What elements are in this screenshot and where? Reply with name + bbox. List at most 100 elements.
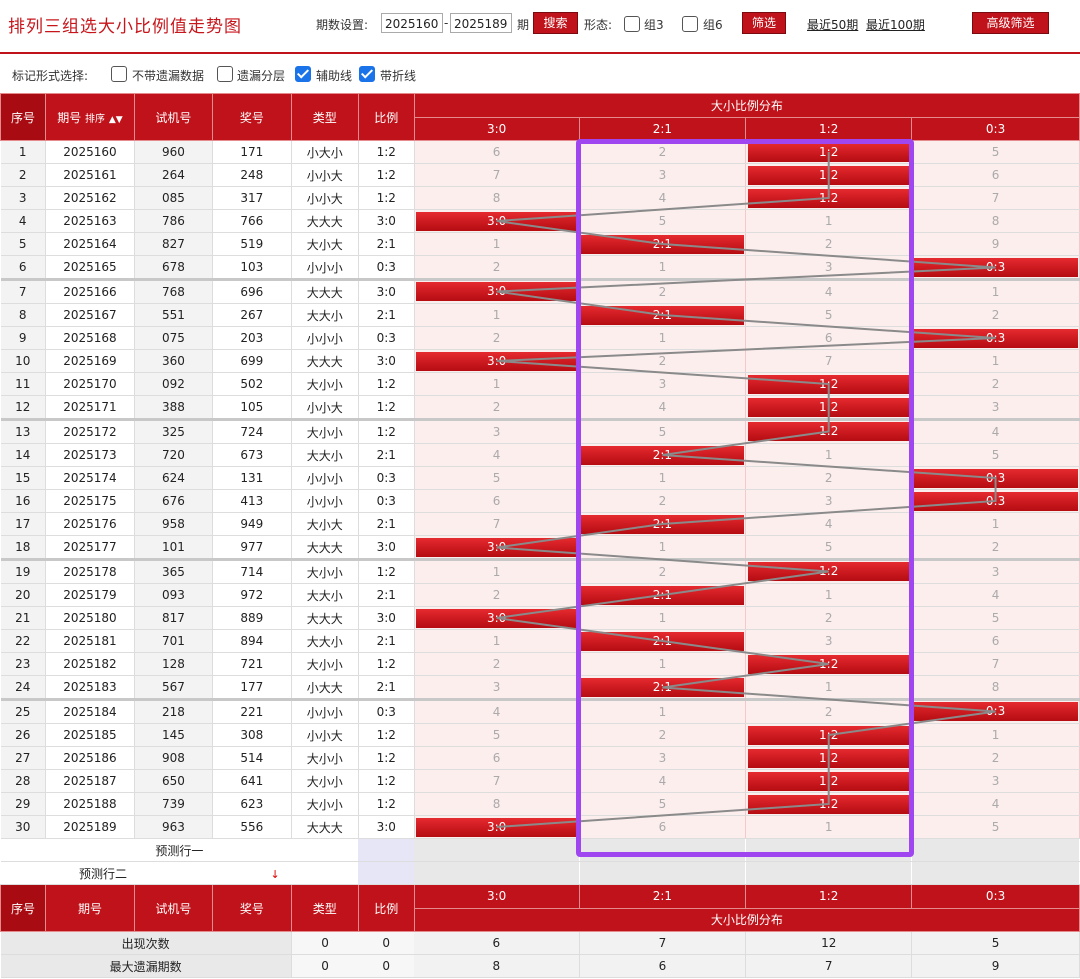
- row-trial: 817: [134, 606, 213, 630]
- row-type: 大大大: [291, 209, 359, 233]
- predict-cell[interactable]: [414, 838, 580, 862]
- row-prize: 641: [212, 769, 292, 793]
- row-type: 大大小: [291, 629, 359, 653]
- recent100-link[interactable]: 最近100期: [866, 16, 925, 33]
- option-no-miss-checkbox[interactable]: [111, 66, 127, 82]
- row-ratio: 3:0: [358, 209, 415, 233]
- row-period: 2025170: [45, 372, 135, 396]
- group6-checkbox[interactable]: [682, 16, 698, 32]
- predict-cell[interactable]: [579, 861, 747, 885]
- footer-col-seq: 序号: [0, 884, 46, 932]
- option-guide-checkbox[interactable]: [295, 66, 311, 82]
- hit-marker: 1:2: [747, 794, 910, 814]
- group3-checkbox[interactable]: [624, 16, 640, 32]
- table-row: 19 2025178 365 714 大小小 1:2 1 2 3: [0, 559, 1080, 584]
- dist-cell: 2: [414, 583, 580, 607]
- row-trial: 739: [134, 792, 213, 816]
- dist-cell: 2: [579, 559, 747, 584]
- period-from-input[interactable]: 2025160: [381, 13, 443, 33]
- predict-cell[interactable]: [911, 861, 1080, 885]
- search-button[interactable]: 搜索: [533, 12, 578, 34]
- period-label: 期数设置:: [316, 18, 369, 32]
- row-ratio: 2:1: [358, 675, 415, 701]
- row-prize: 413: [212, 489, 292, 513]
- stats-value: 5: [911, 931, 1080, 955]
- row-type: 小小大: [291, 186, 359, 210]
- hit-marker: 0:3: [913, 257, 1078, 277]
- dist-cell: 2: [414, 326, 580, 350]
- row-period: 2025189: [45, 815, 135, 839]
- row-period: 2025161: [45, 163, 135, 187]
- hit-marker: 0:3: [913, 491, 1078, 511]
- top-toolbar: 排列三组选大小比例值走势图 期数设置: 2025160 - 2025189 期 …: [0, 0, 1080, 48]
- dist-cell: 2: [579, 349, 747, 373]
- table-row: 23 2025182 128 721 大小小 1:2 2 1 7: [0, 652, 1080, 676]
- hit-marker: 3:0: [416, 817, 578, 837]
- predict-row[interactable]: 预测行一: [0, 838, 1080, 862]
- predict-label[interactable]: 预测行一: [0, 838, 359, 862]
- row-seq: 2: [0, 163, 46, 187]
- dist-cell: 4: [745, 512, 913, 536]
- option-layered-checkbox[interactable]: [217, 66, 233, 82]
- table-row: 29 2025188 739 623 大小小 1:2 8 5 4: [0, 792, 1080, 816]
- predict-cell[interactable]: [745, 861, 913, 885]
- footer-col-period: 期号: [44, 884, 135, 932]
- row-seq: 21: [0, 606, 46, 630]
- predict-ratio-cell[interactable]: [358, 838, 415, 862]
- sort-arrows-icon[interactable]: ▲▼: [109, 115, 123, 125]
- dist-cell: 3: [579, 746, 747, 770]
- row-ratio: 0:3: [358, 466, 415, 490]
- dist-cell: 2: [579, 279, 747, 304]
- predict-row[interactable]: 预测行二 ↓: [0, 861, 1080, 885]
- recent50-link[interactable]: 最近50期: [807, 16, 858, 33]
- row-seq: 1: [0, 140, 46, 164]
- row-period: 2025187: [45, 769, 135, 793]
- dist-cell: 2: [745, 606, 913, 630]
- row-type: 小小大: [291, 723, 359, 747]
- row-prize: 103: [212, 255, 292, 281]
- filter-button[interactable]: 筛选: [742, 12, 786, 34]
- table-row: 14 2025173 720 673 大大小 2:1 4 1 5: [0, 443, 1080, 467]
- predict-cell[interactable]: [745, 838, 913, 862]
- dist-cell: 3: [911, 769, 1080, 793]
- row-trial: 551: [134, 303, 213, 327]
- predict-cell[interactable]: [579, 838, 747, 862]
- row-seq: 6: [0, 255, 46, 281]
- hit-marker: 1:2: [747, 771, 910, 791]
- row-prize: 308: [212, 723, 292, 747]
- dist-cell: 5: [414, 466, 580, 490]
- predict-cell[interactable]: [911, 838, 1080, 862]
- row-ratio: 1:2: [358, 769, 415, 793]
- hit-marker: 1:2: [747, 561, 910, 581]
- predict-label[interactable]: 预测行二 ↓: [0, 861, 359, 885]
- dist-cell: 5: [911, 443, 1080, 467]
- predict-label-text: 预测行一: [155, 843, 204, 858]
- row-trial: 963: [134, 815, 213, 839]
- predict-cell[interactable]: [414, 861, 580, 885]
- dist-cell: 6: [911, 629, 1080, 653]
- col-period-header[interactable]: 期号 排序 ▲▼: [44, 93, 135, 141]
- row-trial: 720: [134, 443, 213, 467]
- dist-cell: 2: [911, 535, 1080, 561]
- option-polyline-checkbox[interactable]: [359, 66, 375, 82]
- predict-ratio-cell[interactable]: [358, 861, 415, 885]
- table-row: 1 2025160 960 171 小大小 1:2 6 2 5: [0, 140, 1080, 164]
- advanced-filter-button[interactable]: 高级筛选: [972, 12, 1049, 34]
- shape-label: 形态:: [584, 18, 613, 32]
- hit-marker: 1:2: [747, 725, 910, 745]
- row-ratio: 1:2: [358, 723, 415, 747]
- period-to-input[interactable]: 2025189: [450, 13, 512, 33]
- stats-value: 9: [911, 954, 1080, 978]
- sort-label[interactable]: 排序: [85, 114, 105, 125]
- row-period: 2025183: [45, 675, 135, 701]
- row-period: 2025177: [45, 535, 135, 561]
- arrow-down-icon[interactable]: ↓: [267, 868, 280, 881]
- dist-cell: 7: [414, 163, 580, 187]
- dist-cell: 4: [414, 699, 580, 724]
- row-prize: 317: [212, 186, 292, 210]
- row-trial: 128: [134, 652, 213, 676]
- dist-cell: 5: [414, 723, 580, 747]
- period-header-label: 期号: [57, 110, 82, 125]
- dist-cell: 2: [745, 232, 913, 256]
- row-prize: 221: [212, 699, 292, 724]
